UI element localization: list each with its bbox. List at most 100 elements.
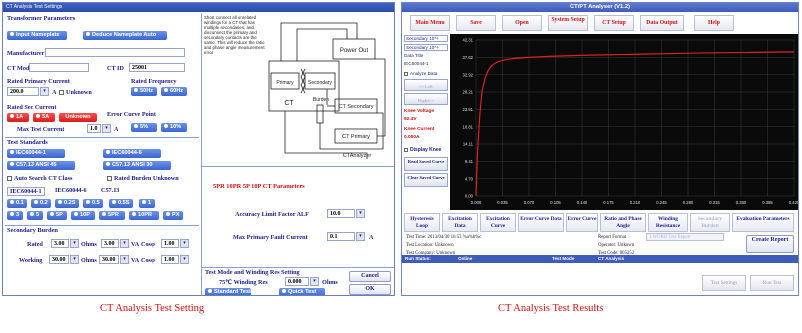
tab-excitation-data[interactable]: Excitation Data: [442, 213, 478, 232]
data-output-button[interactable]: Data Output: [640, 15, 684, 31]
sec-unknown-radio[interactable]: Unknown: [59, 113, 97, 122]
accuracy-limit-input[interactable]: 10.0: [327, 209, 355, 218]
spin-icon[interactable]: ▾: [180, 239, 189, 248]
working-burden-va-input[interactable]: 30.00: [99, 255, 119, 264]
right-button[interactable]: Right>>: [404, 93, 448, 105]
standard-c57-45-radio[interactable]: C57.13 ANSI 45: [7, 161, 75, 170]
sec-1a-radio[interactable]: 1A: [7, 113, 29, 122]
max-test-current-input[interactable]: 1.0: [87, 124, 101, 133]
checkbox-icon: [7, 176, 12, 181]
tab-winding-resistance[interactable]: Winding Resistance: [648, 213, 688, 232]
tab-evaluation-parameters[interactable]: Evaluation Parameters: [732, 213, 794, 232]
spin-icon[interactable]: ▾: [310, 277, 319, 286]
ct-model-input[interactable]: [29, 63, 89, 72]
test-location-text: Test Location: Unknown: [406, 243, 454, 248]
radio-dot-icon: [112, 200, 116, 204]
working-burden-cos-input[interactable]: 1.00: [161, 255, 179, 264]
rated-burden-ohms-input[interactable]: 3.00: [51, 239, 69, 248]
class-0-2s-radio[interactable]: 0.2S: [55, 199, 79, 208]
y-tick-label: 4.70: [465, 176, 474, 181]
save-button[interactable]: Save: [456, 15, 496, 31]
class-0-5-radio[interactable]: 0.5: [83, 199, 103, 208]
help-button[interactable]: Help: [694, 15, 734, 31]
spin-icon[interactable]: ▾: [70, 255, 79, 264]
standard-test-radio[interactable]: Standard Test: [205, 288, 251, 295]
tab-hysteresis-loop[interactable]: Hysteresis Loop: [404, 213, 440, 232]
spin-icon[interactable]: ▾: [356, 232, 365, 241]
deduce-nameplate-radio[interactable]: Deduce Nameplate Auto: [83, 31, 167, 40]
max-primary-fault-input[interactable]: 0.1: [327, 232, 355, 241]
rated-primary-current-input[interactable]: 200.0: [7, 87, 39, 96]
quick-test-radio[interactable]: Quick Test: [279, 288, 325, 295]
radio-dot-icon: [30, 212, 34, 216]
rated-burden-unknown-checkbox[interactable]: Rated Burden Unknown: [107, 175, 179, 182]
class-3-radio[interactable]: 3: [7, 211, 23, 220]
standard-iec60044-1-radio[interactable]: IEC60044-1: [7, 149, 65, 158]
class-1-radio[interactable]: 1: [139, 199, 155, 208]
auto-search-class-checkbox[interactable]: Auto Search CT Class: [7, 175, 72, 182]
left-button[interactable]: <<Left: [404, 79, 448, 91]
class-10p-radio[interactable]: 10P: [71, 211, 95, 220]
create-report-button[interactable]: Create Report: [746, 235, 794, 253]
data-select-1[interactable]: Secondary 10*+: [404, 35, 448, 42]
tab-secondary-burden[interactable]: Secondary Burden: [690, 213, 730, 232]
tab-error-curve[interactable]: Error Curve: [566, 213, 598, 232]
radio-dot-icon: [50, 212, 54, 216]
tab-excitation-curve[interactable]: Excitation Curve: [480, 213, 516, 232]
tab-error-curve-data[interactable]: Error Curve Data: [518, 213, 564, 232]
spin-icon[interactable]: ▾: [120, 255, 129, 264]
class-10pr-radio[interactable]: 10PR: [129, 211, 159, 220]
analyze-data-checkbox[interactable]: Analyze Data: [404, 71, 448, 76]
data-select-2[interactable]: Secondary 10*+: [404, 44, 448, 51]
class-0-2-radio[interactable]: 0.2: [31, 199, 51, 208]
main-menu-button[interactable]: Main Menu: [410, 15, 450, 31]
spin-icon[interactable]: ▾: [40, 87, 49, 96]
ct-id-input[interactable]: 25001: [129, 63, 185, 72]
x-tick-label: 0.315: [709, 200, 720, 205]
clear-saved-curve-button[interactable]: Clear Saved Curve: [404, 173, 448, 187]
class-0-1-radio[interactable]: 0.1: [7, 199, 27, 208]
tab-iec60044-6[interactable]: IEC60044-6: [53, 187, 89, 194]
read-saved-curve-button[interactable]: Read Saved Curve: [404, 157, 448, 171]
winding-res-input[interactable]: 0.000: [285, 277, 309, 286]
run-test-button[interactable]: Run Test: [750, 275, 794, 291]
tab-iec60044-1[interactable]: IEC60044-1: [7, 187, 45, 196]
standard-iec60044-6-radio[interactable]: IEC60044-6: [103, 149, 161, 158]
sec-5a-radio[interactable]: 5A: [33, 113, 55, 122]
spin-icon[interactable]: ▾: [356, 209, 365, 218]
working-burden-ohms-input[interactable]: 30.00: [49, 255, 69, 264]
class-5pr-radio[interactable]: 5PR: [99, 211, 125, 220]
tab-ratio-phase-angle[interactable]: Ratio and Phase Angle: [600, 213, 646, 232]
system-setup-button[interactable]: System Setup: [548, 15, 588, 31]
class-5-radio[interactable]: 5: [27, 211, 43, 220]
cancel-button[interactable]: Cancel: [349, 271, 391, 282]
unknown-checkbox[interactable]: Unknown: [59, 89, 92, 96]
ecp-5-radio[interactable]: 5%: [131, 123, 157, 132]
tab-c57-13[interactable]: C57.13: [99, 187, 121, 194]
ok-button[interactable]: OK: [349, 284, 391, 295]
spin-icon[interactable]: ▾: [70, 239, 79, 248]
radio-dot-icon: [74, 212, 78, 216]
rated-sec-current-label: Rated Sec Current: [7, 104, 57, 111]
ecp-10-radio[interactable]: 10%: [161, 123, 187, 132]
class-5p-radio[interactable]: 5P: [47, 211, 67, 220]
open-button[interactable]: Open: [502, 15, 542, 31]
radio-dot-icon: [106, 162, 110, 166]
class-px-radio[interactable]: PX: [163, 211, 183, 220]
freq-60-radio[interactable]: 60Hz: [161, 87, 187, 96]
spin-icon[interactable]: ▾: [120, 239, 129, 248]
spin-icon[interactable]: ▾: [180, 255, 189, 264]
freq-50-radio[interactable]: 50Hz: [131, 87, 157, 96]
rated-burden-va-input[interactable]: 3.00: [101, 239, 119, 248]
test-settings-button[interactable]: Test Settings: [702, 275, 746, 291]
checkbox-icon: [404, 148, 408, 152]
input-nameplate-radio[interactable]: Input Nameplate: [7, 31, 67, 40]
rated-burden-cos-input[interactable]: 1.00: [161, 239, 179, 248]
class-0-5s-radio[interactable]: 0.5S: [109, 199, 133, 208]
spin-icon[interactable]: ▾: [102, 124, 111, 133]
standard-c57-30-radio[interactable]: C57.13 ANSI 30: [103, 161, 171, 170]
ct-setup-button[interactable]: CT Setup: [594, 15, 634, 31]
report-format-select[interactable]: 1.WORD Test Report: [646, 233, 724, 241]
display-knee-checkbox[interactable]: Display Knee: [404, 147, 448, 153]
manufacturer-input[interactable]: [45, 48, 185, 57]
